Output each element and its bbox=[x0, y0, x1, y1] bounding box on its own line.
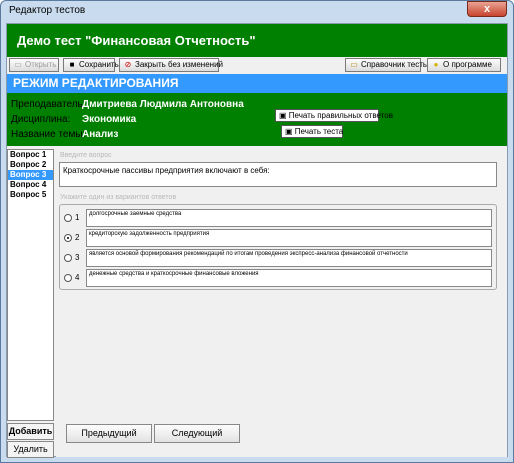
answer-row: 2 кредиторскую задолженность предприятия bbox=[64, 229, 492, 247]
answer-radio[interactable] bbox=[64, 254, 72, 262]
next-button[interactable]: Следующий bbox=[154, 424, 240, 443]
answer-text-field[interactable]: денежные средства и краткосрочные финанс… bbox=[86, 269, 492, 287]
title-bar: Редактор тестов x bbox=[1, 1, 513, 23]
previous-button[interactable]: Предыдущий bbox=[66, 424, 152, 443]
printer-icon: ▣ bbox=[279, 111, 289, 120]
print-test-label: Печать теста bbox=[294, 127, 344, 136]
answer-row: 4 денежные средства и краткосрочные фина… bbox=[64, 269, 492, 287]
window-title: Редактор тестов bbox=[9, 5, 86, 16]
app-title: Демо тест "Финансовая Отчетность" bbox=[17, 33, 256, 48]
close-button[interactable]: x bbox=[467, 1, 507, 17]
reference-label: Справочник тесты bbox=[361, 60, 429, 69]
list-item[interactable]: Вопрос 1 bbox=[8, 150, 53, 160]
answer-text-field[interactable]: долгосрочные заемные средства bbox=[86, 209, 492, 227]
print-answers-button[interactable]: ▣ Печать правильных ответов bbox=[275, 109, 393, 122]
stop-icon: ⊘ bbox=[124, 60, 132, 69]
answer-number: 1 bbox=[75, 213, 80, 222]
navigation-bar: Предыдущий Следующий bbox=[56, 421, 507, 457]
answer-number: 3 bbox=[75, 253, 80, 262]
topic-label: Название темы: bbox=[11, 129, 86, 140]
list-item[interactable]: Вопрос 5 bbox=[8, 190, 53, 200]
about-label: О программе bbox=[443, 60, 492, 69]
save-button[interactable]: ■ Сохранить bbox=[63, 58, 119, 72]
toolbar: ▭ Открыть ■ Сохранить ⊘ Закрыть без изменен… bbox=[7, 57, 507, 73]
question-list[interactable]: Вопрос 1 Вопрос 2 Вопрос 3 Вопрос 4 Вопр… bbox=[7, 149, 54, 421]
answer-number: 4 bbox=[75, 273, 80, 282]
save-label: Сохранить bbox=[79, 60, 119, 69]
print-test-button[interactable]: ▣ Печать теста bbox=[281, 125, 343, 138]
open-button[interactable]: ▭ Открыть bbox=[9, 58, 59, 72]
answer-radio[interactable] bbox=[64, 274, 72, 282]
add-question-button[interactable]: Добавить bbox=[7, 423, 54, 440]
test-info-panel: Преподаватель: Дмитриева Людмила Антонов… bbox=[7, 93, 507, 146]
list-item[interactable]: Вопрос 2 bbox=[8, 160, 53, 170]
print-answers-label: Печать правильных ответов bbox=[288, 111, 393, 120]
bulb-icon: ● bbox=[433, 60, 439, 69]
about-button[interactable]: ● О программе bbox=[427, 58, 501, 72]
answers-hint: Укажите один из вариантов ответов bbox=[60, 194, 177, 201]
close-no-save-button[interactable]: ⊘ Закрыть без изменений bbox=[119, 58, 223, 72]
mode-bar: РЕЖИМ РЕДАКТИРОВАНИЯ bbox=[7, 74, 507, 93]
question-editor: Введите вопрос Краткосрочные пассивы пре… bbox=[56, 149, 507, 421]
question-text-field[interactable]: Краткосрочные пассивы предприятия включа… bbox=[59, 162, 497, 187]
folder-icon: ▭ bbox=[14, 60, 22, 69]
close-icon: x bbox=[483, 3, 491, 15]
answer-number: 2 bbox=[75, 233, 80, 242]
answer-radio[interactable] bbox=[64, 214, 72, 222]
app-window: Редактор тестов x Демо тест "Финансовая … bbox=[0, 0, 514, 463]
answer-text-field[interactable]: является основой формирования рекомендац… bbox=[86, 249, 492, 267]
floppy-icon: ■ bbox=[69, 60, 75, 69]
open-label: Открыть bbox=[25, 60, 57, 69]
answer-row: 3 является основой формирования рекоменд… bbox=[64, 249, 492, 267]
header-banner: Демо тест "Финансовая Отчетность" bbox=[7, 24, 507, 57]
printer-icon: ▣ bbox=[285, 127, 295, 136]
folder-icon: ▭ bbox=[350, 60, 358, 69]
discipline-label: Дисциплина: bbox=[11, 114, 71, 125]
question-hint: Введите вопрос bbox=[60, 152, 112, 159]
close-no-save-label: Закрыть без изменений bbox=[135, 60, 223, 69]
discipline-value: Экономика bbox=[82, 114, 137, 125]
client-area: Демо тест "Финансовая Отчетность" ▭ Откры… bbox=[6, 23, 508, 458]
answer-row: 1 долгосрочные заемные средства bbox=[64, 209, 492, 227]
answers-group: 1 долгосрочные заемные средства 2 кредит… bbox=[59, 204, 497, 290]
teacher-value: Дмитриева Людмила Антоновна bbox=[82, 99, 244, 110]
mode-label: РЕЖИМ РЕДАКТИРОВАНИЯ bbox=[13, 76, 179, 90]
answer-radio[interactable] bbox=[64, 234, 72, 242]
list-item[interactable]: Вопрос 4 bbox=[8, 180, 53, 190]
reference-button[interactable]: ▭ Справочник тесты bbox=[345, 58, 429, 72]
list-item[interactable]: Вопрос 3 bbox=[8, 170, 53, 180]
teacher-label: Преподаватель: bbox=[11, 99, 86, 110]
answer-text-field[interactable]: кредиторскую задолженность предприятия bbox=[86, 229, 492, 247]
delete-question-button[interactable]: Удалить bbox=[7, 441, 54, 458]
topic-value: Анализ bbox=[82, 129, 119, 140]
